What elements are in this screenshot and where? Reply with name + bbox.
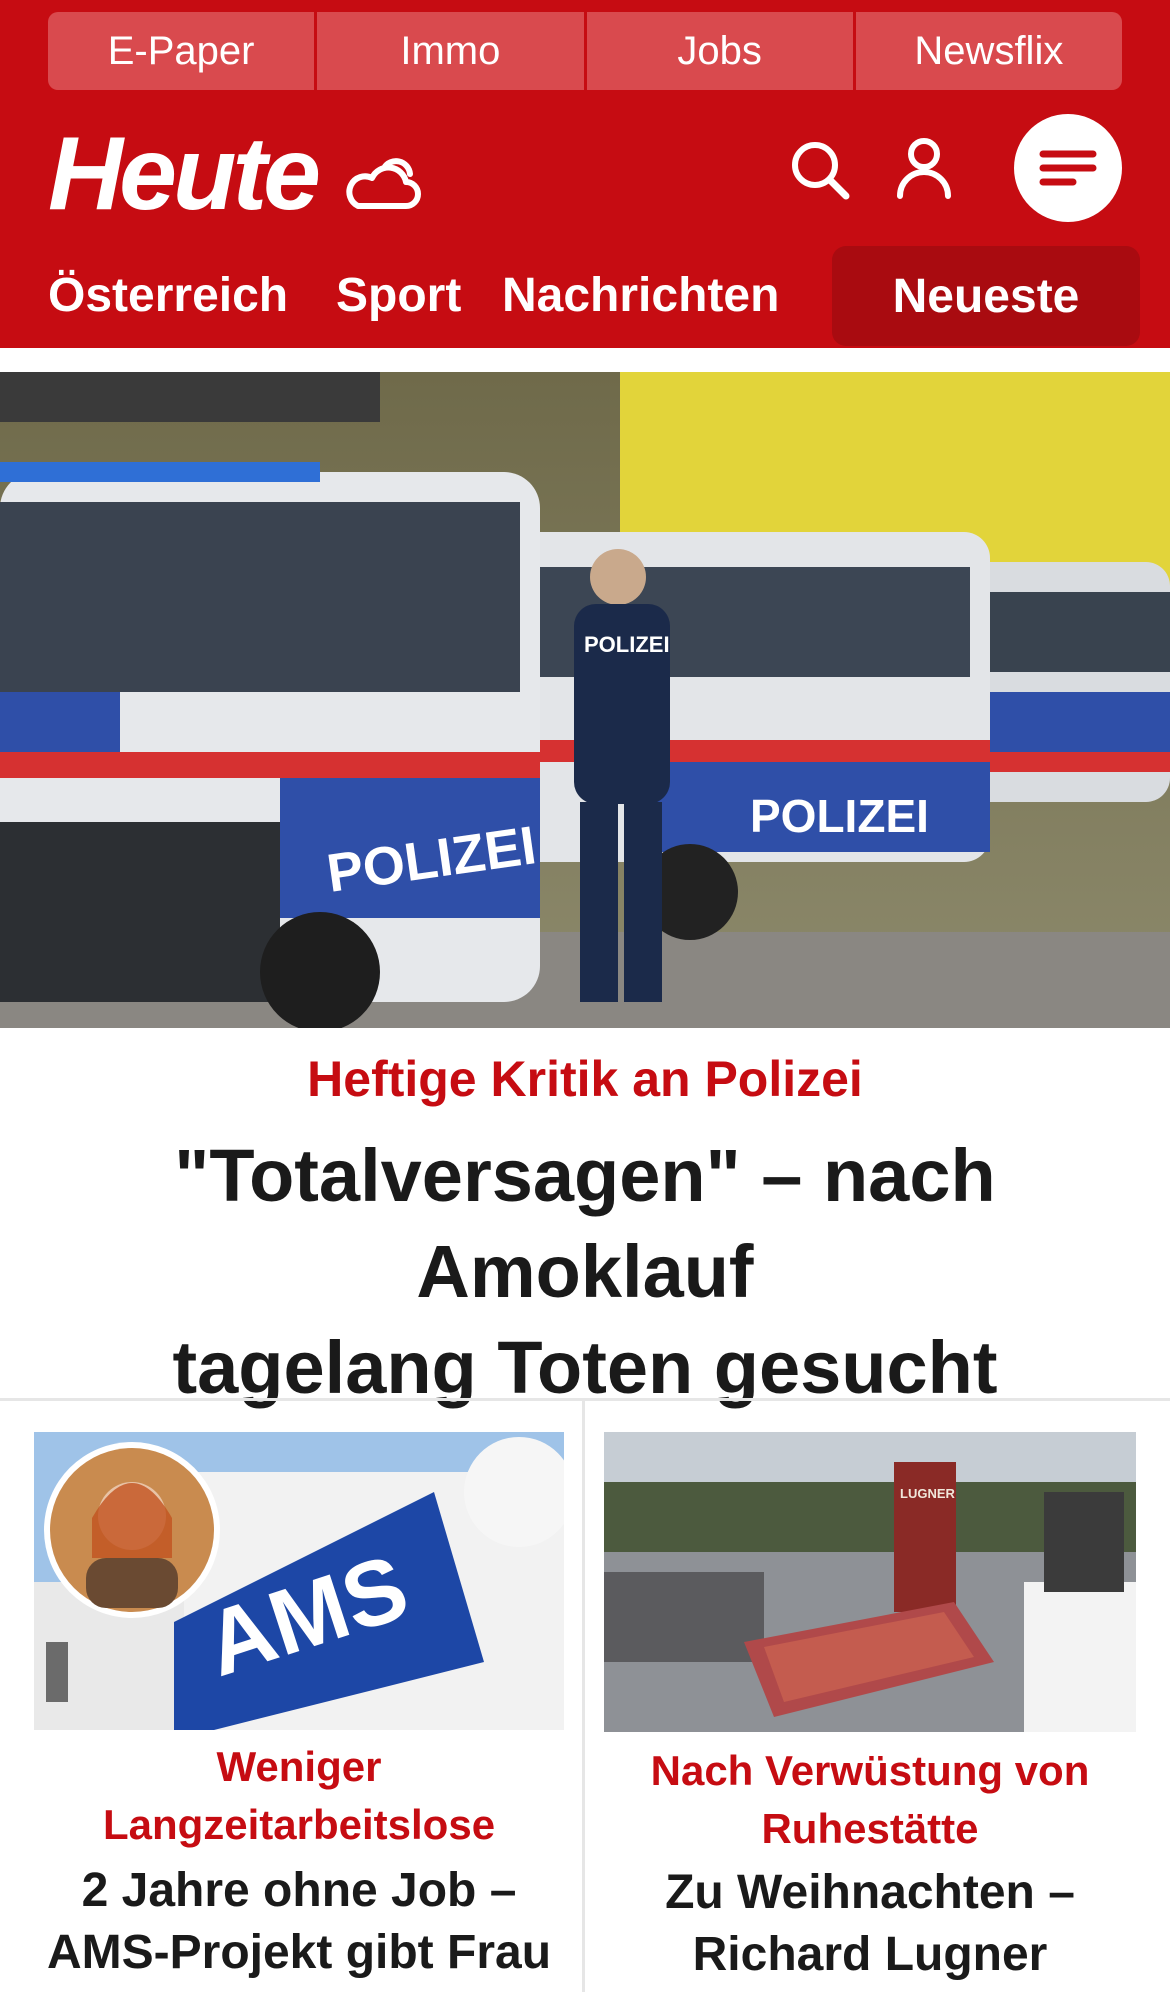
lugner-grave-photo: LUGNER <box>604 1432 1136 1732</box>
cloud-sun-icon[interactable] <box>344 148 424 214</box>
card-2-kicker[interactable]: Nach Verwüstung von Ruhestätte <box>604 1742 1136 1858</box>
card-2-title-line-2: Richard Lugner <box>692 1928 1048 1981</box>
topnav-epaper[interactable]: E-Paper <box>48 12 318 90</box>
card-1-title-line-1: 2 Jahre ohne Job – <box>81 1864 517 1917</box>
topnav-newsflix[interactable]: Newsflix <box>856 12 1122 90</box>
card-1-kicker-line-2: Langzeitarbeitslose <box>102 1801 496 1848</box>
user-icon[interactable] <box>894 136 954 200</box>
section-neueste-tab[interactable]: Neueste <box>832 246 1140 346</box>
svg-text:POLIZEI: POLIZEI <box>584 632 670 657</box>
section-nav: Österreich Sport Nachrichten Neueste <box>0 246 1170 346</box>
card-1-kicker-line-1: Weniger <box>216 1743 382 1790</box>
search-icon[interactable] <box>788 138 852 202</box>
section-nachrichten[interactable]: Nachrichten <box>502 268 779 323</box>
top-service-nav: E-Paper Immo Jobs Newsflix <box>48 12 1122 90</box>
topnav-jobs[interactable]: Jobs <box>587 12 856 90</box>
police-vans-photo: POLIZEI POLIZEI POLIZEI <box>0 372 1170 1028</box>
lead-headline-line-1: "Totalversagen" – nach Amoklauf <box>174 1134 996 1313</box>
lead-article-image[interactable]: POLIZEI POLIZEI POLIZEI <box>0 372 1170 1028</box>
menu-button[interactable] <box>1014 114 1122 222</box>
grave-stone-text: LUGNER <box>900 1486 956 1501</box>
hamburger-menu-icon <box>1039 150 1097 186</box>
card-2-title[interactable]: Zu Weihnachten – Richard Lugner <box>604 1862 1136 1986</box>
ams-sign-photo: AMS <box>34 1432 564 1730</box>
section-oesterreich[interactable]: Österreich <box>48 268 288 323</box>
svg-text:POLIZEI: POLIZEI <box>750 790 929 842</box>
card-1-title-line-2: AMS-Projekt gibt Frau <box>46 1926 552 1979</box>
site-header: E-Paper Immo Jobs Newsflix Heute Österre… <box>0 0 1170 348</box>
topnav-immo[interactable]: Immo <box>317 12 587 90</box>
section-sport[interactable]: Sport <box>336 268 461 323</box>
heute-logo[interactable]: Heute <box>48 122 321 226</box>
section-divider <box>0 1398 1170 1401</box>
lead-kicker[interactable]: Heftige Kritik an Polizei <box>0 1050 1170 1108</box>
card-2-image[interactable]: LUGNER <box>604 1432 1136 1732</box>
card-1-kicker[interactable]: Weniger Langzeitarbeitslose <box>34 1738 564 1854</box>
card-1-title[interactable]: 2 Jahre ohne Job – AMS-Projekt gibt Frau <box>34 1860 564 1984</box>
lead-headline[interactable]: "Totalversagen" – nach Amoklauf tagelang… <box>10 1128 1160 1416</box>
card-2-title-line-1: Zu Weihnachten – <box>665 1866 1075 1919</box>
lead-headline-line-2: tagelang Toten gesucht <box>172 1326 998 1409</box>
card-2-kicker-line-1: Nach Verwüstung von <box>650 1747 1090 1794</box>
card-2-kicker-line-2: Ruhestätte <box>761 1805 979 1852</box>
card-1-image[interactable]: AMS <box>34 1432 564 1730</box>
column-divider <box>582 1400 585 1992</box>
